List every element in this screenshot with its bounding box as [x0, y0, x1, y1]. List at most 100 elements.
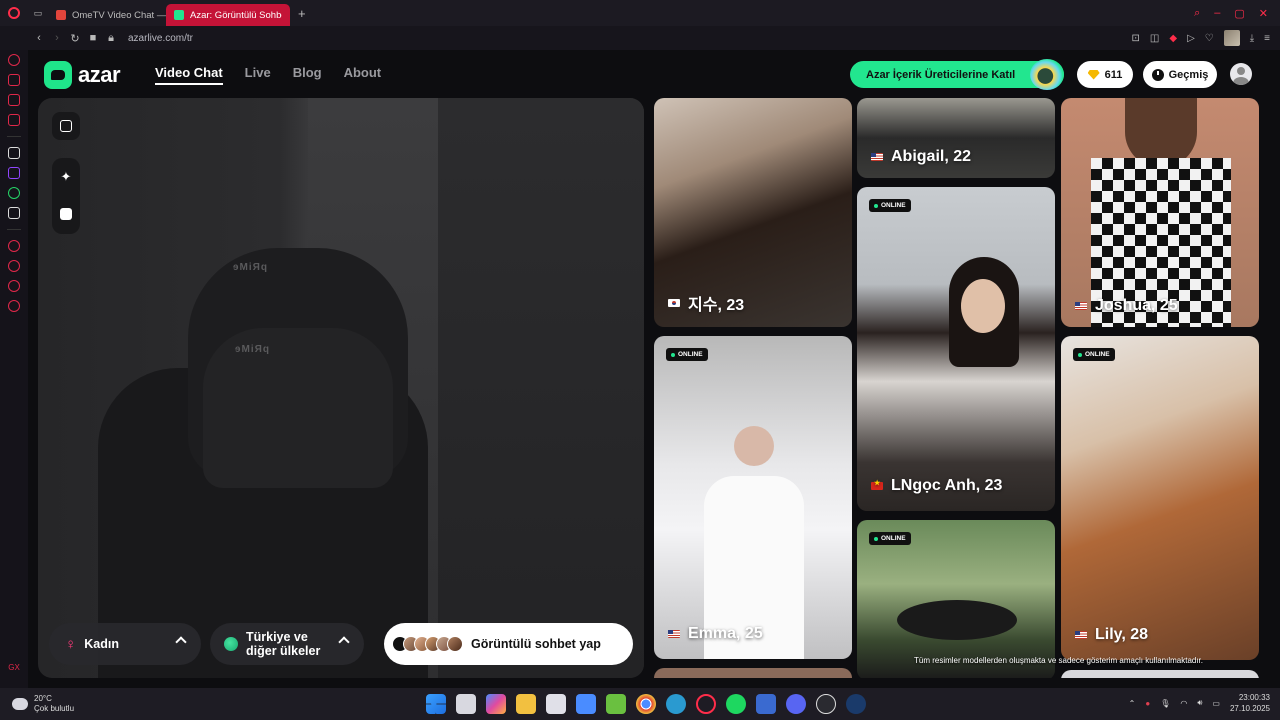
cta-avatar-stack — [392, 636, 463, 652]
gem-icon — [1087, 69, 1100, 80]
chevron-up-icon[interactable]: ⌃ — [1129, 699, 1136, 708]
start-video-chat-button[interactable]: Görüntülü sohbet yap — [384, 623, 633, 665]
download-icon[interactable]: ⤓ — [1250, 33, 1254, 44]
creator-join-button[interactable]: Azar İçerik Üreticilerine Katıl — [850, 59, 1064, 90]
edge-icon[interactable] — [666, 694, 686, 714]
profile-card[interactable]: ONLINE Emma, 25 — [654, 336, 852, 659]
profile-card[interactable]: 지수, 23 — [654, 98, 852, 327]
online-badge: ONLINE — [1073, 348, 1115, 361]
system-clock[interactable]: 23:00:33 27.10.2025 — [1230, 692, 1270, 714]
profile-card[interactable] — [654, 668, 852, 678]
profile-card[interactable] — [1061, 670, 1259, 678]
pinboard-icon[interactable] — [8, 240, 20, 252]
wifi-icon[interactable]: ◠ — [1180, 699, 1187, 708]
profile-card[interactable]: Joshua, 25 — [1061, 98, 1259, 327]
profile-picture[interactable] — [1223, 30, 1240, 46]
nav-live[interactable]: Live — [245, 65, 271, 85]
battery-icon[interactable]: ▭ — [1212, 699, 1220, 708]
browser-sidebar: GX — [0, 50, 28, 688]
tab-overview-icon[interactable]: ▭ — [28, 8, 48, 19]
close-icon[interactable]: ✕ — [1259, 7, 1268, 20]
file-explorer-icon[interactable] — [516, 694, 536, 714]
settings-icon[interactable] — [8, 300, 20, 312]
aria-icon[interactable] — [8, 54, 20, 66]
copilot-icon[interactable] — [486, 694, 506, 714]
profile-name: LNgọc Anh, 23 — [871, 477, 1002, 495]
url-field[interactable]: azarlive.com/tr — [128, 33, 193, 44]
weather-widget[interactable]: 20°C Çok bulutlu — [0, 694, 74, 714]
gender-filter[interactable]: ♀ Kadın — [49, 623, 201, 665]
spotify-icon[interactable] — [726, 694, 746, 714]
azar-logo[interactable]: azar — [44, 61, 121, 89]
back-icon[interactable]: ‹ — [30, 32, 48, 44]
korea-flag-icon — [668, 299, 680, 307]
store-icon[interactable] — [546, 694, 566, 714]
opera-gx-icon[interactable] — [696, 694, 716, 714]
whatsapp-icon[interactable] — [8, 187, 20, 199]
chair-brand-text: pRiMe — [234, 344, 269, 355]
obs-icon[interactable] — [816, 694, 836, 714]
shopping-icon[interactable] — [8, 74, 20, 86]
chrome-icon[interactable] — [636, 694, 656, 714]
profile-card[interactable]: ONLINE LNgọc Anh, 23 — [857, 187, 1055, 511]
minimize-icon[interactable]: – — [1214, 7, 1220, 20]
clock-icon — [1151, 68, 1164, 81]
network-icon[interactable]: ● — [1145, 699, 1150, 708]
microphone-icon[interactable]: 🎙︎ — [1160, 699, 1170, 708]
profile-grid: 지수, 23 ONLINE Emma, 25 Abigail, 22 ONLIN… — [654, 98, 1260, 678]
azar-logo-icon — [44, 61, 72, 89]
nav-blog[interactable]: Blog — [293, 65, 322, 85]
profile-card[interactable]: Abigail, 22 — [857, 98, 1055, 178]
system-tray: ⌃ ● 🎙︎ ◠ 🔊︎ ▭ 23:00:33 27.10.2025 — [1129, 692, 1270, 714]
tab-ometv[interactable]: OmeTV Video Chat — Om — [48, 4, 166, 26]
nav-video-chat[interactable]: Video Chat — [155, 65, 223, 85]
history-icon[interactable] — [8, 260, 20, 272]
discord-icon[interactable] — [786, 694, 806, 714]
maximize-icon[interactable]: ▢ — [1234, 7, 1244, 20]
forward-icon[interactable]: › — [48, 32, 66, 44]
task-view-icon[interactable] — [456, 694, 476, 714]
address-bar-actions: ⊡ ◫ ◆ ▷ ♡ ⤓ ≡ — [1132, 30, 1280, 46]
steam-icon[interactable] — [846, 694, 866, 714]
volume-icon[interactable]: 🔊︎ — [1197, 698, 1202, 708]
pocket-icon[interactable]: ◆ — [1169, 33, 1177, 44]
profile-name: Emma, 25 — [668, 625, 763, 643]
sparkle-effects-icon[interactable]: ✦ — [59, 170, 73, 184]
messenger-icon[interactable] — [8, 94, 20, 106]
opera-logo-icon[interactable] — [0, 0, 28, 26]
nav-about[interactable]: About — [344, 65, 382, 85]
profile-card[interactable]: ONLINE — [857, 520, 1055, 678]
camera-permission-icon[interactable]: ■ — [84, 32, 102, 44]
reload-icon[interactable]: ↻ — [66, 32, 84, 45]
app-icon[interactable] — [756, 694, 776, 714]
expand-button[interactable] — [52, 112, 80, 140]
profile-card[interactable]: ONLINE Lily, 28 — [1061, 336, 1259, 660]
creator-badge-icon — [1030, 59, 1064, 90]
twitch-icon[interactable] — [8, 167, 20, 179]
new-tab-button[interactable]: + — [298, 6, 306, 21]
gems-button[interactable]: 611 — [1077, 61, 1133, 88]
history-button[interactable]: Geçmiş — [1143, 61, 1217, 88]
country-filter[interactable]: Türkiye ve diğer ülkeler — [210, 623, 364, 665]
heart-icon[interactable]: ♡ — [1205, 33, 1214, 44]
vietnam-flag-icon — [871, 479, 883, 490]
cta-label: Görüntülü sohbet yap — [471, 637, 601, 651]
face-mask-icon[interactable] — [60, 208, 72, 220]
music-icon[interactable] — [8, 114, 20, 126]
bookmark-icon[interactable]: ⊡ — [1132, 33, 1140, 44]
chat-icon[interactable] — [8, 280, 20, 292]
player-icon[interactable]: ▷ — [1187, 33, 1195, 44]
nvidia-icon[interactable] — [606, 694, 626, 714]
search-icon[interactable]: ⌕ — [1194, 7, 1200, 20]
snapshot-icon[interactable]: ◫ — [1150, 33, 1159, 44]
address-bar: ‹ › ↻ ■ 🔒︎ azarlive.com/tr ⊡ ◫ ◆ ▷ ♡ ⤓ ≡ — [0, 26, 1280, 50]
date: 27.10.2025 — [1229, 704, 1270, 713]
start-icon[interactable] — [426, 694, 446, 714]
mail-icon[interactable] — [576, 694, 596, 714]
menu-icon[interactable]: ≡ — [1264, 33, 1270, 44]
user-avatar[interactable] — [1230, 63, 1252, 85]
gx-icon[interactable]: GX — [8, 663, 20, 672]
app-icon[interactable] — [8, 147, 20, 159]
x-icon[interactable] — [8, 207, 20, 219]
tab-azar[interactable]: Azar: Görüntülü Sohbet, Y — [166, 4, 290, 26]
